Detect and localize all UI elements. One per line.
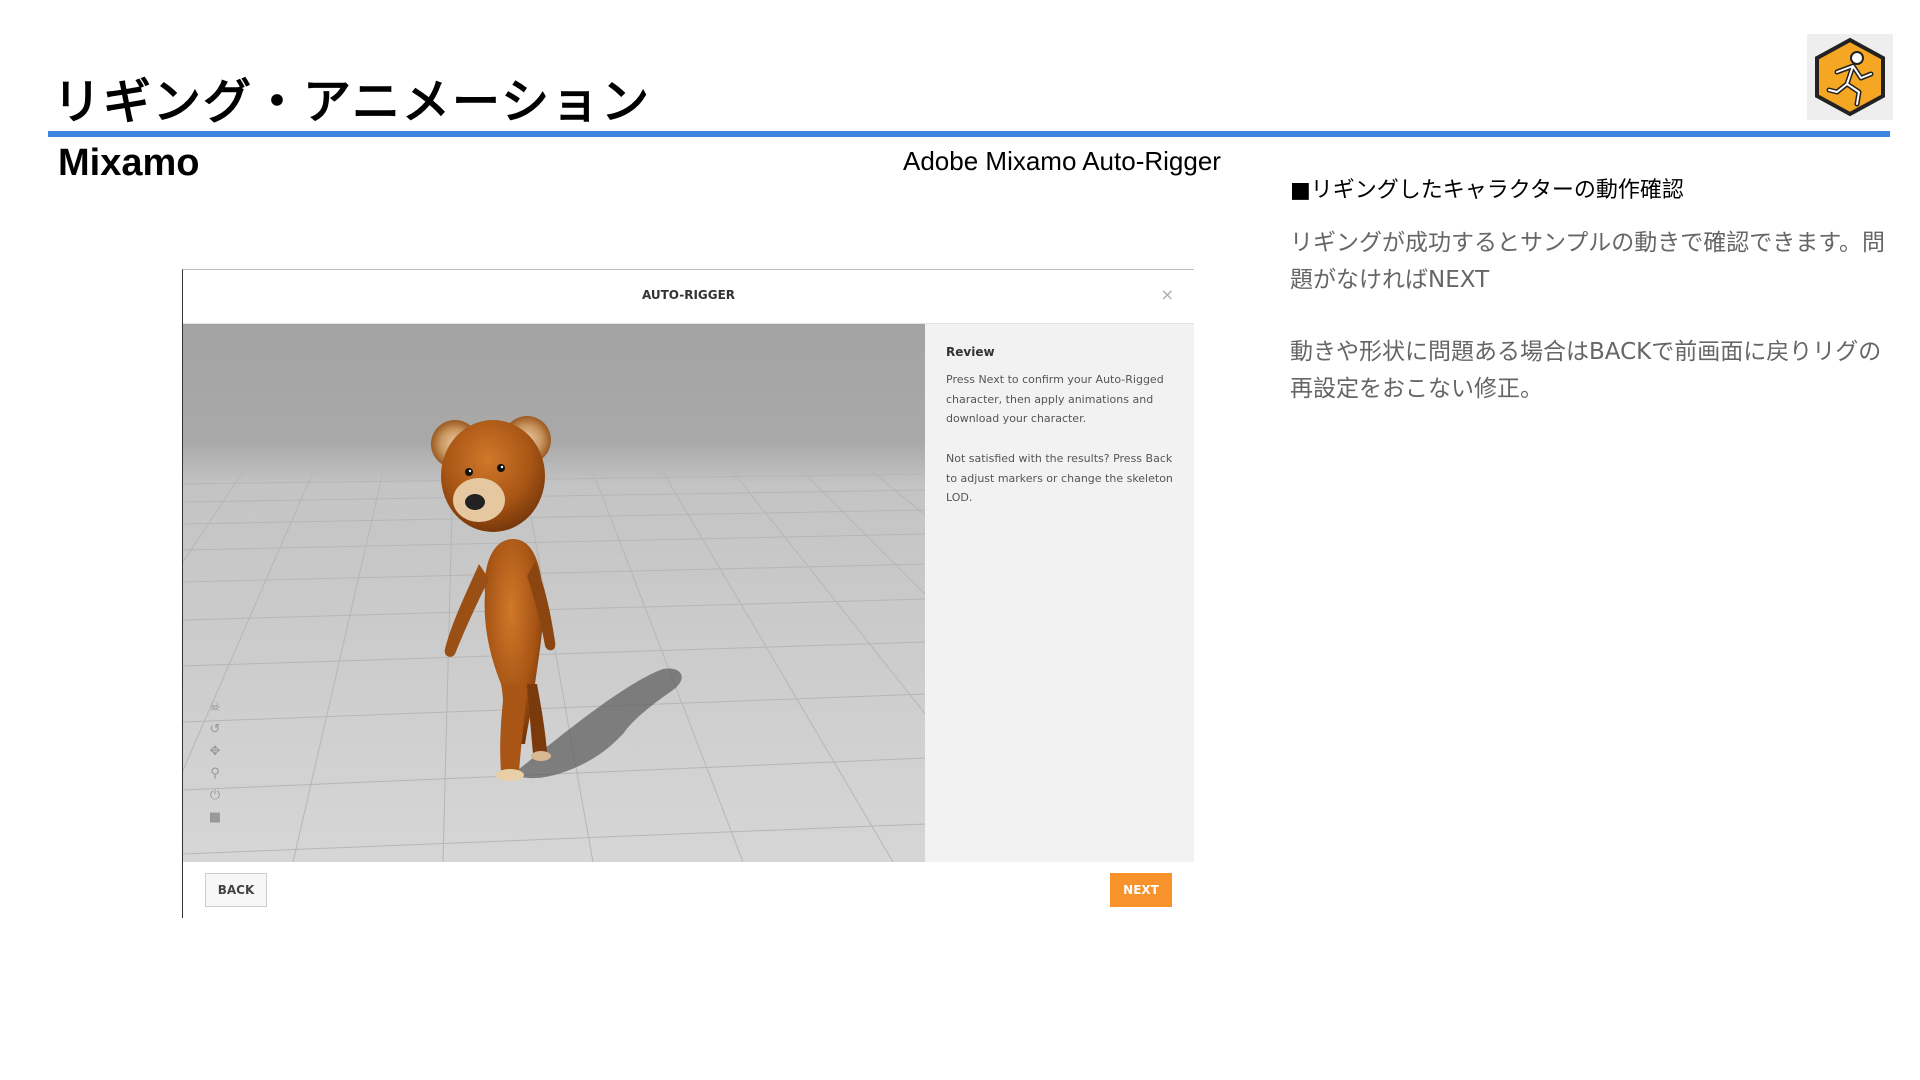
next-button[interactable]: NEXT bbox=[1110, 873, 1172, 907]
viewport-scene bbox=[183, 324, 925, 862]
dialog-header: AUTO-RIGGER × bbox=[183, 270, 1194, 324]
review-title: Review bbox=[946, 345, 995, 359]
skull-icon[interactable]: ☠ bbox=[207, 700, 223, 716]
title-underline bbox=[48, 131, 1890, 137]
camera-icon[interactable]: ■ bbox=[207, 810, 223, 826]
screenshot-caption: Adobe Mixamo Auto-Rigger bbox=[903, 146, 1221, 176]
viewport-toolbar: ☠ ↺ ✥ ⚲ ⏻ ■ bbox=[207, 700, 223, 832]
notes-paragraph: 動きや形状に問題ある場合はBACKで前画面に戻りリグの再設定をおこない修正。 bbox=[1290, 339, 1882, 402]
review-text: Press Next to confirm your Auto-Rigged c… bbox=[946, 373, 1164, 425]
rotate-icon[interactable]: ↺ bbox=[207, 722, 223, 738]
auto-rigger-screenshot: AUTO-RIGGER × ☠ ↺ ✥ ⚲ ⏻ ■ Review Press N… bbox=[182, 269, 1194, 918]
3d-viewport[interactable]: ☠ ↺ ✥ ⚲ ⏻ ■ bbox=[183, 324, 925, 862]
notes-heading: ■リギングしたキャラクターの動作確認 bbox=[1290, 178, 1684, 203]
slide-subtitle: Mixamo bbox=[58, 142, 200, 184]
logo bbox=[1807, 34, 1893, 120]
power-icon[interactable]: ⏻ bbox=[207, 788, 223, 804]
notes-paragraph: リギングが成功するとサンプルの動きで確認できます。問題がなければNEXT bbox=[1290, 230, 1886, 293]
running-man-hexagon-icon bbox=[1807, 34, 1893, 120]
review-text: Not satisfied with the results? Press Ba… bbox=[946, 452, 1173, 504]
back-button[interactable]: BACK bbox=[205, 873, 267, 907]
close-icon[interactable]: × bbox=[1161, 285, 1174, 304]
move-icon[interactable]: ✥ bbox=[207, 744, 223, 760]
dialog-footer: BACK NEXT bbox=[183, 862, 1194, 918]
review-panel: Review Press Next to confirm your Auto-R… bbox=[925, 324, 1194, 862]
slide-title: リギング・アニメーション bbox=[53, 74, 652, 130]
zoom-icon[interactable]: ⚲ bbox=[207, 766, 223, 782]
dialog-title: AUTO-RIGGER bbox=[641, 288, 736, 302]
